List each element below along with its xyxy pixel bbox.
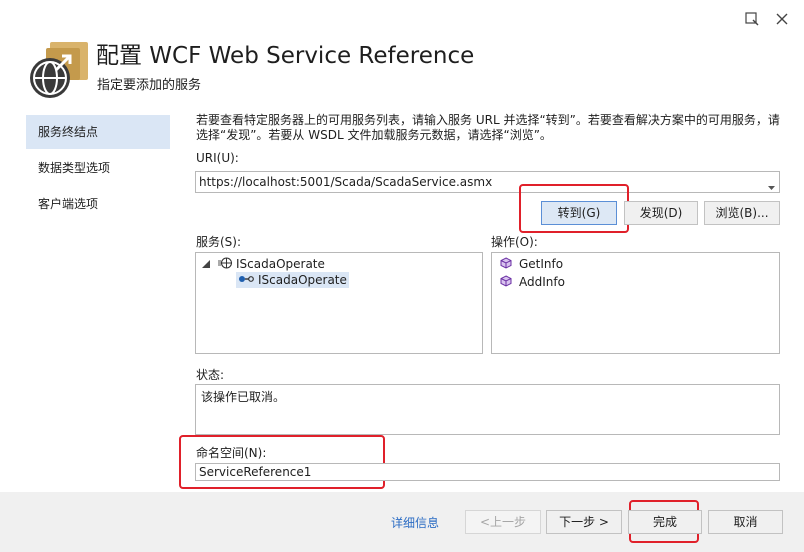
go-button[interactable]: 转到(G) bbox=[541, 201, 617, 225]
method-cube-icon bbox=[500, 274, 512, 290]
browse-button[interactable]: 浏览(B)... bbox=[704, 201, 780, 225]
tree-node-parent[interactable]: IScadaOperate bbox=[202, 256, 325, 272]
sidebar-item-data-type-options[interactable]: 数据类型选项 bbox=[26, 151, 170, 185]
next-button[interactable]: 下一步 > bbox=[546, 510, 622, 534]
uri-label: URI(U): bbox=[196, 151, 239, 165]
service-reference-logo-icon bbox=[26, 40, 90, 102]
operation-item[interactable]: GetInfo bbox=[500, 256, 563, 272]
finish-button[interactable]: 完成 bbox=[628, 510, 702, 534]
status-textbox: 该操作已取消。 bbox=[195, 384, 780, 435]
expand-toggle-icon[interactable] bbox=[202, 257, 210, 271]
sidebar-item-service-endpoint[interactable]: 服务终结点 bbox=[26, 115, 170, 149]
prev-button[interactable]: <上一步 bbox=[465, 510, 541, 534]
operation-label: AddInfo bbox=[519, 275, 565, 289]
interface-icon bbox=[238, 273, 254, 287]
service-globe-icon bbox=[217, 256, 233, 272]
status-label: 状态: bbox=[196, 368, 225, 382]
page-title: 配置 WCF Web Service Reference bbox=[96, 43, 475, 69]
namespace-input[interactable]: ServiceReference1 bbox=[195, 463, 780, 481]
uri-value: https://localhost:5001/Scada/ScadaServic… bbox=[199, 175, 493, 189]
namespace-value: ServiceReference1 bbox=[199, 465, 312, 479]
services-tree[interactable]: IScadaOperate IScadaOperate bbox=[195, 252, 483, 354]
operation-label: GetInfo bbox=[519, 257, 564, 271]
sidebar-item-client-options[interactable]: 客户端选项 bbox=[26, 187, 170, 221]
method-cube-icon bbox=[500, 256, 512, 272]
services-label: 服务(S): bbox=[196, 235, 242, 249]
feedback-icon[interactable] bbox=[744, 11, 760, 27]
tree-node-parent-label: IScadaOperate bbox=[236, 257, 325, 271]
instructions-text: 若要查看特定服务器上的可用服务列表，请输入服务 URL 并选择“转到”。若要查看… bbox=[196, 113, 780, 142]
dropdown-arrow-icon[interactable] bbox=[768, 180, 775, 194]
page-subtitle: 指定要添加的服务 bbox=[97, 78, 202, 93]
uri-combobox[interactable]: https://localhost:5001/Scada/ScadaServic… bbox=[195, 171, 780, 193]
tree-node-child-label: IScadaOperate bbox=[258, 273, 347, 287]
operation-item[interactable]: AddInfo bbox=[500, 274, 565, 290]
tree-node-child[interactable]: IScadaOperate bbox=[236, 272, 349, 288]
details-link[interactable]: 详细信息 bbox=[391, 514, 439, 531]
close-icon[interactable] bbox=[775, 12, 789, 26]
operations-list[interactable]: GetInfo AddInfo bbox=[491, 252, 780, 354]
status-text: 该操作已取消。 bbox=[201, 390, 286, 404]
operations-label: 操作(O): bbox=[491, 235, 538, 249]
namespace-label: 命名空间(N): bbox=[196, 446, 267, 460]
cancel-button[interactable]: 取消 bbox=[708, 510, 783, 534]
discover-button[interactable]: 发现(D) bbox=[624, 201, 698, 225]
